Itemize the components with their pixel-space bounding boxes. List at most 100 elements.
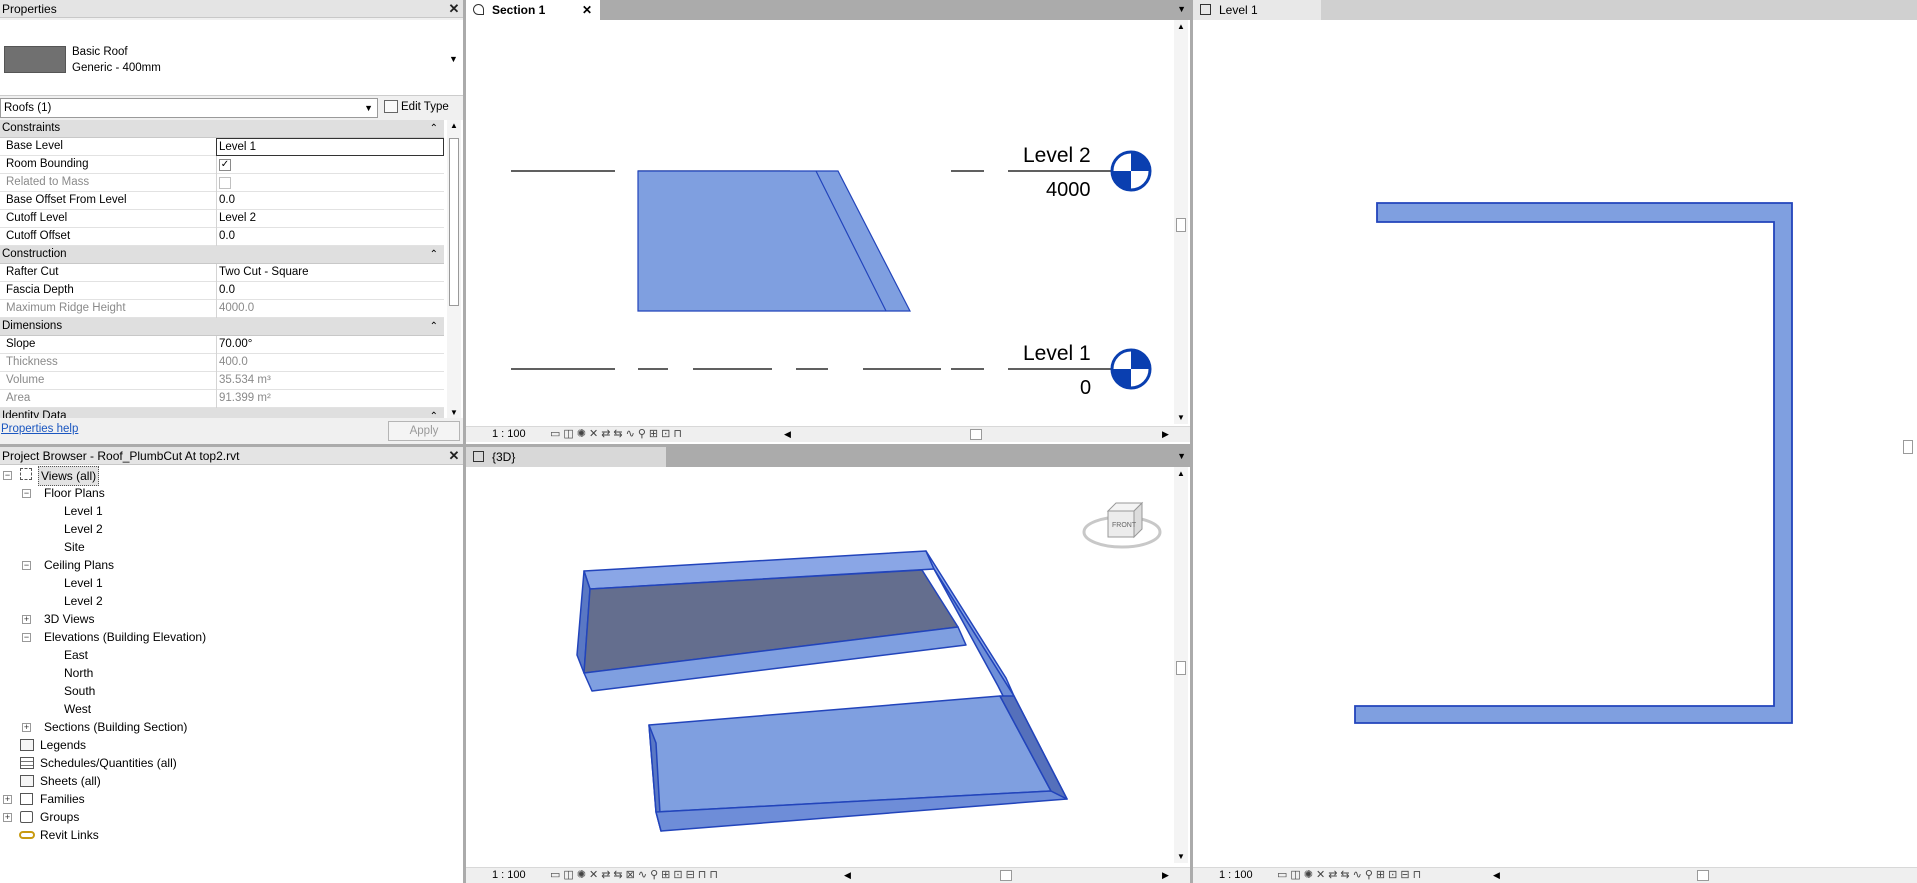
hscroll-left-icon[interactable]: ◀: [1493, 868, 1500, 883]
category-dimensions[interactable]: Dimensions ⌃: [0, 318, 444, 336]
hscroll-thumb[interactable]: [1697, 870, 1709, 881]
expand-families-icon[interactable]: +: [3, 795, 12, 804]
tab-level-1[interactable]: Level 1: [1193, 0, 1321, 20]
prop-value-cell: [216, 174, 444, 192]
prop-value[interactable]: 70.00°: [216, 336, 444, 354]
view-control-icons[interactable]: ▭◫✺✕⇄⇆∿⚲⊞⊡⊟⊓: [1277, 868, 1424, 883]
hscroll-right-icon[interactable]: ▶: [1162, 427, 1169, 442]
tree-3d-views[interactable]: 3D Views: [44, 610, 94, 628]
browser-close-icon[interactable]: ✕: [445, 447, 463, 465]
hscroll-right-icon[interactable]: ▶: [1162, 868, 1169, 883]
scroll-thumb[interactable]: [1903, 440, 1913, 454]
base-level-field[interactable]: Level 1: [216, 138, 444, 156]
instance-selector[interactable]: Roofs (1) ▼: [0, 98, 378, 118]
tree-label: North: [64, 666, 94, 680]
hscroll-left-icon[interactable]: ◀: [784, 427, 791, 442]
tree-cp-level-1[interactable]: Level 1: [64, 574, 103, 592]
category-construction[interactable]: Construction ⌃: [0, 246, 444, 264]
level-2-elevation: 4000: [1046, 179, 1091, 201]
tree-elev-east[interactable]: East: [64, 646, 88, 664]
tree-legends[interactable]: Legends: [40, 736, 86, 754]
tree-elev-south[interactable]: South: [64, 682, 95, 700]
prop-row[interactable]: Rafter Cut Two Cut - Square: [0, 264, 444, 282]
collapse-ceiling-plans-icon[interactable]: −: [22, 561, 31, 570]
apply-button[interactable]: Apply: [388, 421, 460, 441]
tab-menu-icon[interactable]: ▼: [1177, 451, 1186, 461]
expand-groups-icon[interactable]: +: [3, 813, 12, 822]
view-control-icons[interactable]: ▭◫✺✕⇄⇆⊠∿⚲⊞⊡⊟⊓⊓: [550, 868, 721, 883]
category-identity-data[interactable]: Identity Data ⌃: [0, 408, 444, 418]
tree-fp-level-2[interactable]: Level 2: [64, 520, 103, 538]
properties-help-link[interactable]: Properties help: [1, 423, 78, 435]
tab-close-icon[interactable]: ✕: [582, 0, 592, 20]
tree-ceiling-plans[interactable]: Ceiling Plans: [44, 556, 114, 574]
scroll-up-icon[interactable]: ▲: [1177, 22, 1185, 31]
prop-value[interactable]: 0.0: [216, 282, 444, 300]
tab-menu-icon[interactable]: ▼: [1177, 4, 1186, 14]
section-canvas[interactable]: Level 2 4000 Level 1 0: [466, 20, 1174, 424]
expand-3d-views-icon[interactable]: +: [22, 615, 31, 624]
plan-canvas[interactable]: [1193, 20, 1901, 865]
prop-row[interactable]: Cutoff Offset 0.0: [0, 228, 444, 246]
3d-vscrollbar[interactable]: ▲ ▼: [1174, 467, 1188, 863]
prop-row[interactable]: Base Offset From Level 0.0: [0, 192, 444, 210]
tree-families[interactable]: Families: [40, 790, 85, 808]
collapse-floor-plans-icon[interactable]: −: [22, 489, 31, 498]
scroll-down-icon[interactable]: ▼: [450, 408, 458, 417]
type-selector[interactable]: Basic Roof Generic - 400mm ▼: [0, 20, 463, 96]
tree-label: Level 1: [64, 504, 103, 518]
properties-close-icon[interactable]: ✕: [445, 0, 463, 18]
category-constraints[interactable]: Constraints ⌃: [0, 120, 444, 138]
prop-row[interactable]: Cutoff Level Level 2: [0, 210, 444, 228]
prop-row[interactable]: Room Bounding ✓: [0, 156, 444, 174]
scroll-down-icon[interactable]: ▼: [1177, 852, 1185, 861]
view-control-icons[interactable]: ▭◫✺✕⇄⇆∿⚲⊞⊡⊓: [550, 427, 685, 442]
prop-value[interactable]: Two Cut - Square: [216, 264, 444, 282]
prop-value[interactable]: 0.0: [216, 192, 444, 210]
prop-row[interactable]: Fascia Depth 0.0: [0, 282, 444, 300]
scroll-up-icon[interactable]: ▲: [1177, 469, 1185, 478]
tree-elev-west[interactable]: West: [64, 700, 91, 718]
hscroll-left-icon[interactable]: ◀: [844, 868, 851, 883]
tree-fp-site[interactable]: Site: [64, 538, 85, 556]
section-vscrollbar[interactable]: ▲ ▼: [1174, 20, 1188, 424]
view-scale[interactable]: 1 : 100: [492, 427, 526, 442]
type-dropdown-icon[interactable]: ▼: [449, 54, 458, 64]
collapse-elevations-icon[interactable]: −: [22, 633, 31, 642]
scroll-thumb[interactable]: [449, 138, 459, 306]
prop-row: Thickness 400.0: [0, 354, 444, 372]
tab-3d[interactable]: {3D}: [466, 447, 666, 467]
tree-cp-level-2[interactable]: Level 2: [64, 592, 103, 610]
tree-floor-plans[interactable]: Floor Plans: [44, 484, 105, 502]
properties-scrollbar[interactable]: ▲ ▼: [447, 120, 461, 418]
scroll-up-icon[interactable]: ▲: [450, 121, 458, 130]
3d-canvas[interactable]: FRONT: [466, 467, 1174, 861]
tree-sections[interactable]: Sections (Building Section): [44, 718, 187, 736]
tree-schedules[interactable]: Schedules/Quantities (all): [40, 754, 177, 772]
scroll-thumb[interactable]: [1176, 218, 1186, 232]
hscroll-thumb[interactable]: [970, 429, 982, 440]
tree-views-all[interactable]: Views (all): [38, 466, 100, 486]
view-scale[interactable]: 1 : 100: [1219, 868, 1253, 883]
tree-fp-level-1[interactable]: Level 1: [64, 502, 103, 520]
expand-sections-icon[interactable]: +: [22, 723, 31, 732]
prop-key: Room Bounding: [6, 158, 89, 170]
tree-revit-links[interactable]: Revit Links: [40, 826, 99, 844]
prop-row[interactable]: Base Level Level 1: [0, 138, 444, 156]
view-scale[interactable]: 1 : 100: [492, 868, 526, 883]
edit-type-button[interactable]: Edit Type: [384, 97, 460, 119]
collapse-views-icon[interactable]: −: [3, 471, 12, 480]
prop-row[interactable]: Slope 70.00°: [0, 336, 444, 354]
plan-vscrollbar[interactable]: [1901, 20, 1915, 867]
tree-elev-north[interactable]: North: [64, 664, 93, 682]
prop-value[interactable]: 0.0: [216, 228, 444, 246]
tab-section-1[interactable]: Section 1 ✕: [466, 0, 600, 20]
scroll-thumb[interactable]: [1176, 661, 1186, 675]
prop-value[interactable]: Level 2: [216, 210, 444, 228]
room-bounding-checkbox[interactable]: ✓: [219, 158, 231, 171]
tree-elevations[interactable]: Elevations (Building Elevation): [44, 628, 206, 646]
scroll-down-icon[interactable]: ▼: [1177, 413, 1185, 422]
hscroll-thumb[interactable]: [1000, 870, 1012, 881]
tree-sheets[interactable]: Sheets (all): [40, 772, 101, 790]
tree-groups[interactable]: Groups: [40, 808, 79, 826]
